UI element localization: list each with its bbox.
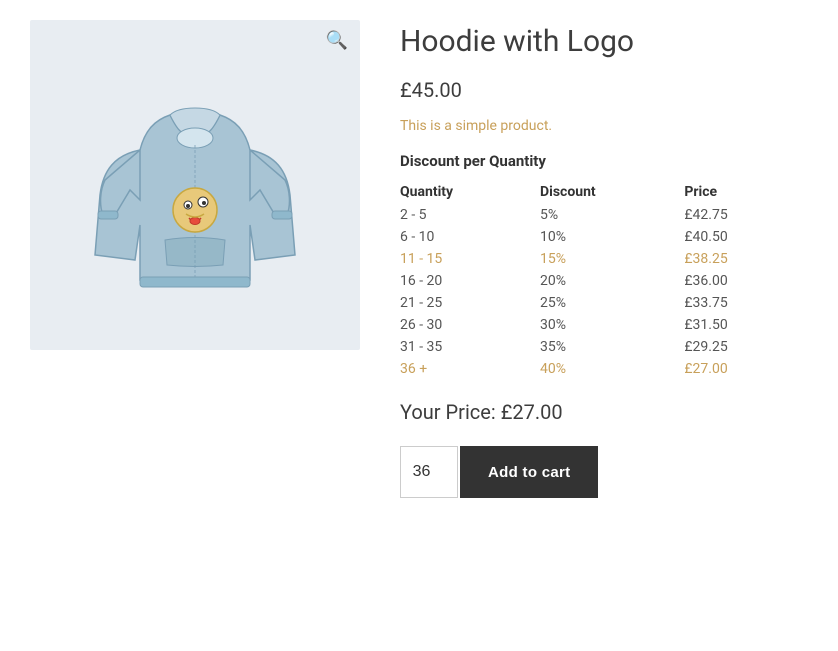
cell-discount: 25% xyxy=(540,292,684,314)
cell-quantity: 11 - 15 xyxy=(400,248,540,270)
table-row: 11 - 1515%£38.25 xyxy=(400,248,808,270)
your-price-value: £27.00 xyxy=(501,400,563,424)
cell-quantity: 31 - 35 xyxy=(400,336,540,358)
product-image-container: 🔍 xyxy=(30,20,360,350)
table-row: 16 - 2020%£36.00 xyxy=(400,270,808,292)
cell-price: £27.00 xyxy=(684,358,808,380)
cell-quantity: 21 - 25 xyxy=(400,292,540,314)
product-image xyxy=(85,70,305,300)
zoom-icon[interactable]: 🔍 xyxy=(326,30,348,51)
product-title: Hoodie with Logo xyxy=(400,24,808,60)
quantity-input[interactable] xyxy=(400,446,458,498)
cell-price: £36.00 xyxy=(684,270,808,292)
cell-price: £38.25 xyxy=(684,248,808,270)
your-price-label: Your Price: xyxy=(400,400,496,424)
table-row: 26 - 3030%£31.50 xyxy=(400,314,808,336)
product-details: Hoodie with Logo £45.00 This is a simple… xyxy=(400,20,808,498)
cell-price: £31.50 xyxy=(684,314,808,336)
product-price: £45.00 xyxy=(400,78,808,102)
table-row: 31 - 3535%£29.25 xyxy=(400,336,808,358)
cell-quantity: 2 - 5 xyxy=(400,204,540,226)
cell-price: £33.75 xyxy=(684,292,808,314)
cell-discount: 30% xyxy=(540,314,684,336)
cell-quantity: 6 - 10 xyxy=(400,226,540,248)
col-header-quantity: Quantity xyxy=(400,180,540,204)
cell-quantity: 16 - 20 xyxy=(400,270,540,292)
cell-discount: 5% xyxy=(540,204,684,226)
discount-section-title: Discount per Quantity xyxy=(400,152,808,170)
cell-price: £40.50 xyxy=(684,226,808,248)
product-page: 🔍 xyxy=(0,0,838,651)
table-row: 21 - 2525%£33.75 xyxy=(400,292,808,314)
add-to-cart-button[interactable]: Add to cart xyxy=(460,446,598,498)
table-row: 6 - 1010%£40.50 xyxy=(400,226,808,248)
cell-price: £29.25 xyxy=(684,336,808,358)
col-header-price: Price xyxy=(684,180,808,204)
product-description: This is a simple product. xyxy=(400,118,808,134)
cell-discount: 15% xyxy=(540,248,684,270)
add-to-cart-row: Add to cart xyxy=(400,446,808,498)
table-row: 2 - 55%£42.75 xyxy=(400,204,808,226)
cell-discount: 10% xyxy=(540,226,684,248)
col-header-discount: Discount xyxy=(540,180,684,204)
cell-discount: 20% xyxy=(540,270,684,292)
cell-discount: 35% xyxy=(540,336,684,358)
cell-discount: 40% xyxy=(540,358,684,380)
discount-table: Quantity Discount Price 2 - 55%£42.756 -… xyxy=(400,180,808,380)
cell-quantity: 26 - 30 xyxy=(400,314,540,336)
your-price: Your Price: £27.00 xyxy=(400,400,808,424)
cell-price: £42.75 xyxy=(684,204,808,226)
table-row: 36 +40%£27.00 xyxy=(400,358,808,380)
cell-quantity: 36 + xyxy=(400,358,540,380)
